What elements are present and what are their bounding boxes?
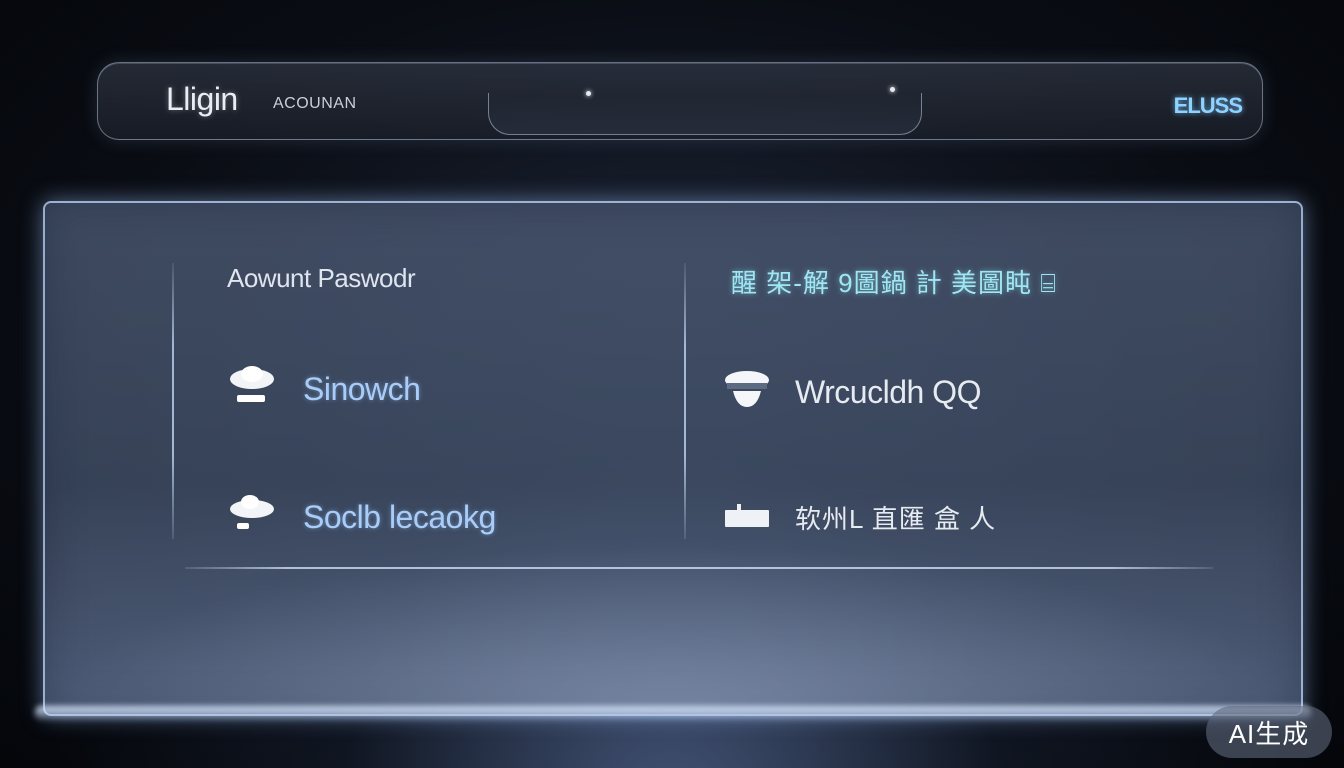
header-dot-icon xyxy=(890,87,895,92)
header-bar: Lligin ACOUNAN ELUSS xyxy=(97,62,1263,140)
login-option-label: Soclb lecaokg xyxy=(303,499,496,535)
quick-login-heading: 醒 架-解 9圖鍋 計 美圖盹 ⌸ xyxy=(731,268,1057,298)
login-option-social[interactable]: Soclb lecaokg xyxy=(225,493,496,542)
login-option-label: Sinowch xyxy=(303,371,421,407)
page-title: Lligin xyxy=(166,81,238,117)
header-subtitle: ACOUNAN xyxy=(273,95,357,112)
ai-generated-badge: AI生成 xyxy=(1206,706,1332,758)
login-panel: Aowunt Paswodr Sinowch Soclb lecaokg 醒 架… xyxy=(43,201,1303,716)
login-option-label: 软州L 直匯 盒 人 xyxy=(795,504,997,534)
cloud-user-icon xyxy=(225,493,279,542)
panel-bottom-glow xyxy=(35,706,1311,720)
left-divider xyxy=(172,263,174,539)
login-screen: Lligin ACOUNAN ELUSS Aowunt Paswodr Sino… xyxy=(0,0,1344,768)
login-option-qq[interactable]: Wrcucldh QQ xyxy=(723,369,981,416)
cloud-user-icon xyxy=(225,365,279,414)
center-divider xyxy=(684,263,686,539)
panel-haze xyxy=(45,544,1301,714)
login-option-sinowch[interactable]: Sinowch xyxy=(225,365,421,414)
card-icon xyxy=(723,501,771,534)
header-right-label[interactable]: ELUSS xyxy=(1174,93,1243,119)
chat-bubble-icon xyxy=(723,369,771,416)
header-dot-icon xyxy=(586,91,591,96)
login-option-label: Wrcucldh QQ xyxy=(795,374,981,410)
login-option-card[interactable]: 软州L 直匯 盒 人 xyxy=(723,499,996,536)
account-password-heading: Aowunt Paswodr xyxy=(227,263,416,293)
header-tab[interactable] xyxy=(488,93,922,135)
bottom-divider xyxy=(185,567,1213,569)
